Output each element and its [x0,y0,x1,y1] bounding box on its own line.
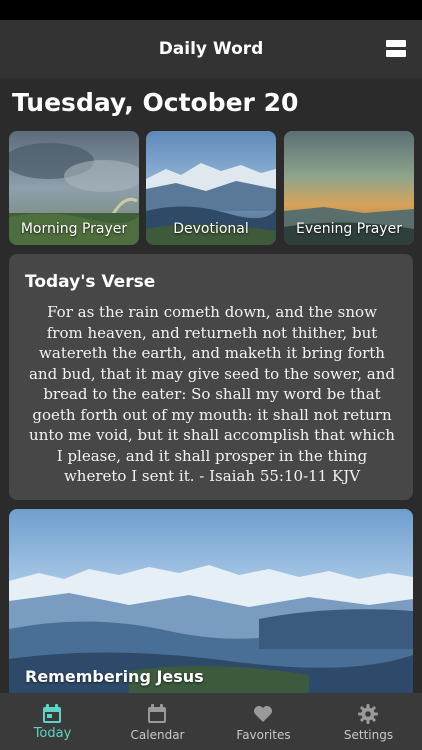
calendar-icon [148,704,166,723]
heart-icon [254,706,272,722]
tile-devotional[interactable]: Devotional [146,131,276,245]
tile-morning-prayer[interactable]: Morning Prayer [9,131,139,245]
menu-icon[interactable] [386,40,406,58]
status-bar [0,0,422,20]
tab-bar: Today Calendar Favorites Settings [0,693,422,750]
gear-icon [358,704,378,724]
tab-label: Today [33,726,72,741]
tab-label: Settings [343,728,394,742]
feature-title: Remembering Jesus [25,667,204,686]
tab-label: Calendar [130,728,185,742]
verse-card: Today's Verse For as the rain cometh dow… [9,254,413,500]
tab-settings[interactable]: Settings [316,693,421,750]
tab-today[interactable]: Today [0,693,105,750]
verse-text: For as the rain cometh down, and the sno… [28,303,395,485]
app-title: Daily Word [158,39,264,59]
tile-evening-prayer[interactable]: Evening Prayer [284,131,414,245]
tile-label: Morning Prayer [20,221,128,237]
tab-favorites[interactable]: Favorites [211,693,316,750]
date-heading: Tuesday, October 20 [12,88,299,117]
tile-label: Devotional [173,221,249,237]
tab-label: Favorites [236,728,291,742]
tab-calendar[interactable]: Calendar [105,693,210,750]
nav-bar: Daily Word [0,20,422,78]
calendar-today-icon [43,704,61,723]
feature-card[interactable]: Remembering Jesus [9,509,413,699]
tile-label: Evening Prayer [296,221,402,237]
verse-heading: Today's Verse [25,272,156,292]
